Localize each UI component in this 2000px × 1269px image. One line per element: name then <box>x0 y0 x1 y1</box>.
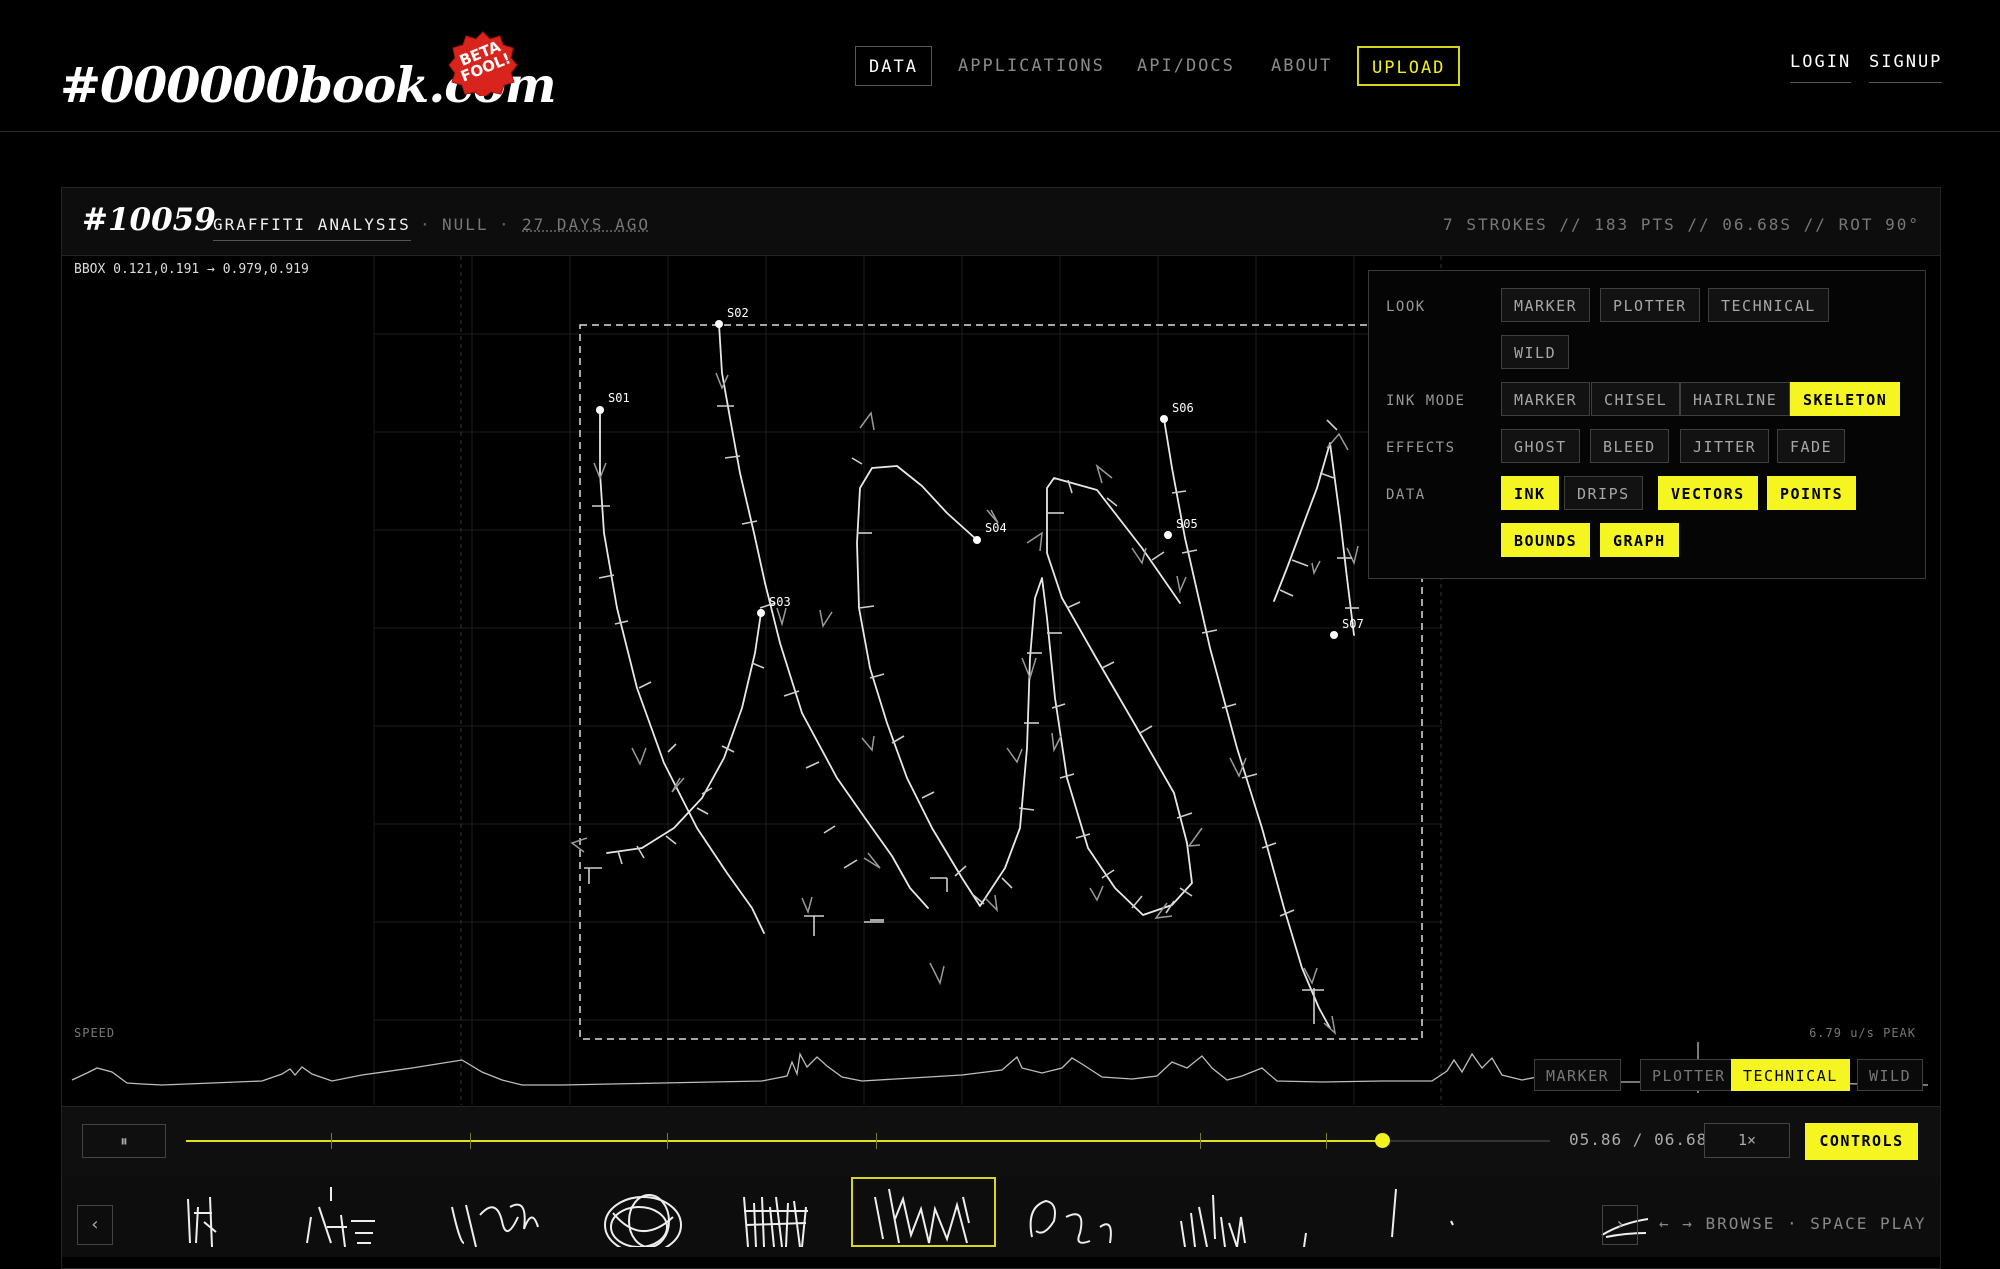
look-wild-chip[interactable]: WILD <box>1501 335 1570 369</box>
stroke-marker <box>876 1133 877 1149</box>
speed-look-technical[interactable]: TECHNICAL <box>1731 1059 1850 1091</box>
ink-marker-chip[interactable]: MARKER <box>1501 382 1591 416</box>
look-technical-chip[interactable]: TECHNICAL <box>1708 288 1829 322</box>
stroke-marker <box>667 1133 668 1149</box>
bbox-readout: BBOX 0.121,0.191 → 0.979,0.919 <box>74 262 309 277</box>
data-drips-chip[interactable]: DRIPS <box>1564 476 1643 510</box>
speed-look-marker[interactable]: MARKER <box>1534 1059 1622 1091</box>
ink-hairline-chip[interactable]: HAIRLINE <box>1680 382 1791 416</box>
stroke-s03 <box>606 612 762 854</box>
effect-ghost-chip[interactable]: GHOST <box>1501 429 1580 463</box>
tag-thumbnail[interactable] <box>1431 1177 1576 1247</box>
data-bounds-chip[interactable]: BOUNDS <box>1501 523 1591 557</box>
signup-link[interactable]: SIGNUP <box>1869 52 1943 83</box>
stroke-marker <box>1326 1133 1327 1149</box>
tag-thumbnail[interactable] <box>271 1177 416 1247</box>
data-label: DATA <box>1386 487 1426 503</box>
browse-strip: ‹ › ← → BROWSE · SPACE PLAY <box>62 1177 1940 1257</box>
tag-thumbnail[interactable] <box>1286 1177 1431 1247</box>
tag-thumbnail[interactable] <box>996 1177 1141 1247</box>
login-link[interactable]: LOGIN <box>1790 52 1852 83</box>
tag-thumbnail-selected[interactable] <box>851 1177 996 1247</box>
pause-button[interactable]: ⏸ <box>82 1124 166 1158</box>
time-readout: 05.86 / 06.68 <box>1569 1130 1708 1149</box>
label-s06: S06 <box>1172 401 1194 415</box>
ink-mode-label: INK MODE <box>1386 393 1466 409</box>
stroke-s02 <box>718 323 929 909</box>
label-s02: S02 <box>727 306 749 320</box>
label-s01: S01 <box>608 391 630 405</box>
effects-label: EFFECTS <box>1386 440 1456 456</box>
tag-thumbnail[interactable] <box>126 1177 271 1247</box>
nav-about[interactable]: ABOUT <box>1258 46 1345 86</box>
data-graph-chip[interactable]: GRAPH <box>1600 523 1679 557</box>
data-vectors-chip[interactable]: VECTORS <box>1658 476 1758 510</box>
next-tag-button[interactable]: › <box>1602 1205 1638 1245</box>
effect-fade-chip[interactable]: FADE <box>1777 429 1846 463</box>
effect-bleed-chip[interactable]: BLEED <box>1590 429 1669 463</box>
nav-upload[interactable]: UPLOAD <box>1357 46 1461 86</box>
data-points-chip[interactable]: POINTS <box>1767 476 1857 510</box>
tag-thumbnail[interactable] <box>1141 1177 1286 1247</box>
tag-thumbnail[interactable] <box>706 1177 851 1247</box>
speed-peak-label: 6.79 u/s PEAK <box>1809 1026 1916 1040</box>
point-ticks <box>584 405 1359 1024</box>
prev-tag-button[interactable]: ‹ <box>77 1205 113 1245</box>
nav-api-docs[interactable]: API/DOCS <box>1124 46 1248 86</box>
look-label: LOOK <box>1386 299 1426 315</box>
stroke-s06 <box>1163 418 1331 1029</box>
label-s04: S04 <box>985 521 1007 535</box>
timeline-progress <box>186 1140 1383 1142</box>
stroke-marker <box>470 1133 471 1149</box>
vector-arrows <box>570 372 1359 1036</box>
label-s05: S05 <box>1176 517 1198 531</box>
stroke-marker <box>1200 1133 1201 1149</box>
label-s03: S03 <box>769 595 791 609</box>
stroke-s01 <box>599 409 765 934</box>
playback-rate-button[interactable]: 1× <box>1704 1123 1790 1158</box>
effect-jitter-chip[interactable]: JITTER <box>1680 429 1770 463</box>
nav-applications[interactable]: APPLICATIONS <box>945 46 1118 86</box>
keyboard-hint: ← → BROWSE · SPACE PLAY <box>1659 1214 1927 1233</box>
data-ink-chip[interactable]: INK <box>1501 476 1559 510</box>
look-plotter-chip[interactable]: PLOTTER <box>1600 288 1700 322</box>
ink-chisel-chip[interactable]: CHISEL <box>1591 382 1681 416</box>
speed-look-wild[interactable]: WILD <box>1857 1059 1924 1091</box>
grid <box>373 256 1442 1105</box>
stroke-s04 <box>856 465 1193 916</box>
look-marker-chip[interactable]: MARKER <box>1501 288 1591 322</box>
site-header: #000000book.com BETA FOOL! DATA APPLICATI… <box>0 0 2000 132</box>
controls-toggle-button[interactable]: CONTROLS <box>1805 1123 1918 1160</box>
tag-thumbnail[interactable] <box>416 1177 561 1247</box>
tag-thumbnail[interactable] <box>561 1177 706 1247</box>
stroke-start-points <box>596 320 1338 639</box>
speed-look-plotter[interactable]: PLOTTER <box>1640 1059 1738 1091</box>
stroke-s07 <box>1273 442 1355 636</box>
nav-data[interactable]: DATA <box>855 46 932 86</box>
stroke-marker <box>331 1133 332 1149</box>
ink-skeleton-chip[interactable]: SKELETON <box>1790 382 1901 416</box>
analysis-panel: #10059 GRAFFITI ANALYSIS · NULL · 27 DAY… <box>61 187 1941 1269</box>
timeline-handle[interactable] <box>1375 1133 1391 1148</box>
label-s07: S07 <box>1342 617 1364 631</box>
render-controls-panel: LOOK MARKER PLOTTER TECHNICAL WILD INK M… <box>1368 270 1926 579</box>
playback-bar: ⏸ 05.86 / 06.68 1× CONTROLS <box>62 1106 1940 1178</box>
timeline-scrubber[interactable] <box>186 1133 1550 1149</box>
speed-graph-label: SPEED <box>74 1026 116 1040</box>
